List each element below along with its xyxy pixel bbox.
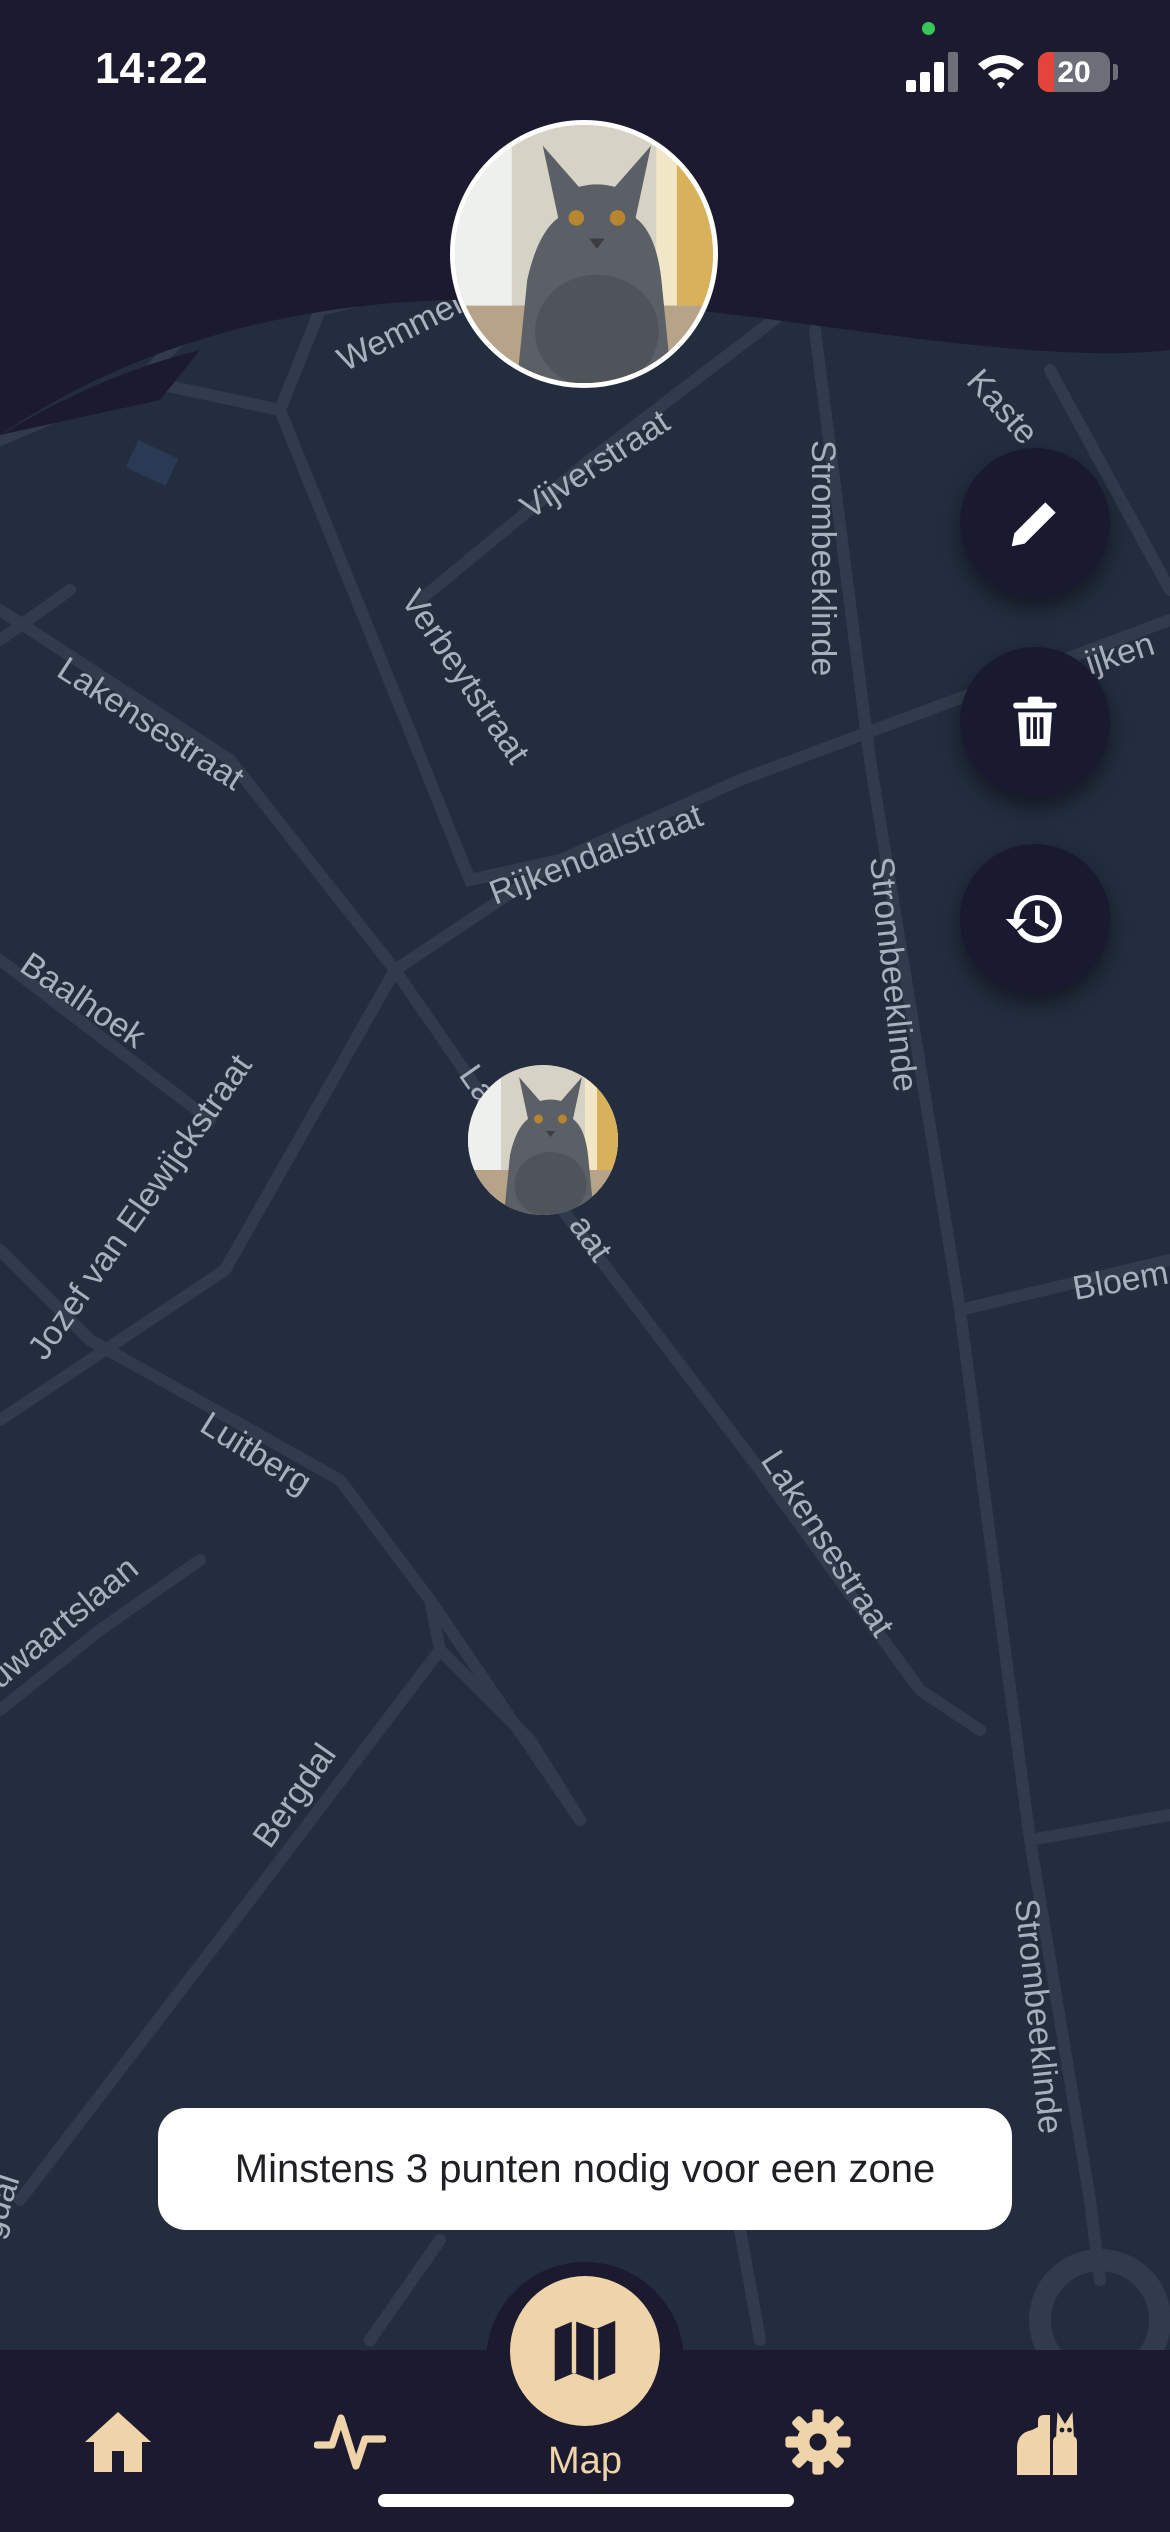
nav-activity-button[interactable] xyxy=(310,2402,390,2482)
nav-pet-button[interactable] xyxy=(1010,2402,1090,2482)
home-indicator xyxy=(378,2494,794,2507)
activity-icon xyxy=(314,2414,386,2470)
nav-map-button[interactable] xyxy=(510,2276,660,2426)
edit-button[interactable] xyxy=(960,448,1110,598)
history-button[interactable] xyxy=(960,844,1110,994)
cat-photo-icon xyxy=(468,1065,618,1215)
battery-icon: 20 xyxy=(1038,52,1110,92)
pet-location-marker[interactable] xyxy=(468,1065,618,1215)
cat-icon xyxy=(1017,2412,1077,2475)
cat-photo-icon xyxy=(455,125,713,383)
toast-message: Minstens 3 punten nodig voor een zone xyxy=(158,2108,1012,2230)
battery-level: 20 xyxy=(1057,56,1091,89)
history-icon xyxy=(1005,894,1062,943)
privacy-indicator-dot xyxy=(922,22,935,35)
map-icon xyxy=(554,2320,616,2382)
battery-nub xyxy=(1113,64,1118,80)
wifi-icon xyxy=(978,55,1024,89)
gear-icon xyxy=(785,2409,851,2475)
trash-icon xyxy=(1013,696,1057,747)
nav-home-button[interactable] xyxy=(78,2402,158,2482)
pencil-icon xyxy=(1011,502,1056,547)
home-icon xyxy=(85,2412,151,2472)
nav-map-label: Map xyxy=(548,2440,622,2482)
pet-avatar[interactable] xyxy=(450,120,718,388)
delete-button[interactable] xyxy=(960,647,1110,797)
status-time: 14:22 xyxy=(95,44,208,93)
nav-settings-button[interactable] xyxy=(778,2402,858,2482)
signal-icon xyxy=(906,50,960,92)
street-label: Strombeeklinde xyxy=(804,440,842,676)
